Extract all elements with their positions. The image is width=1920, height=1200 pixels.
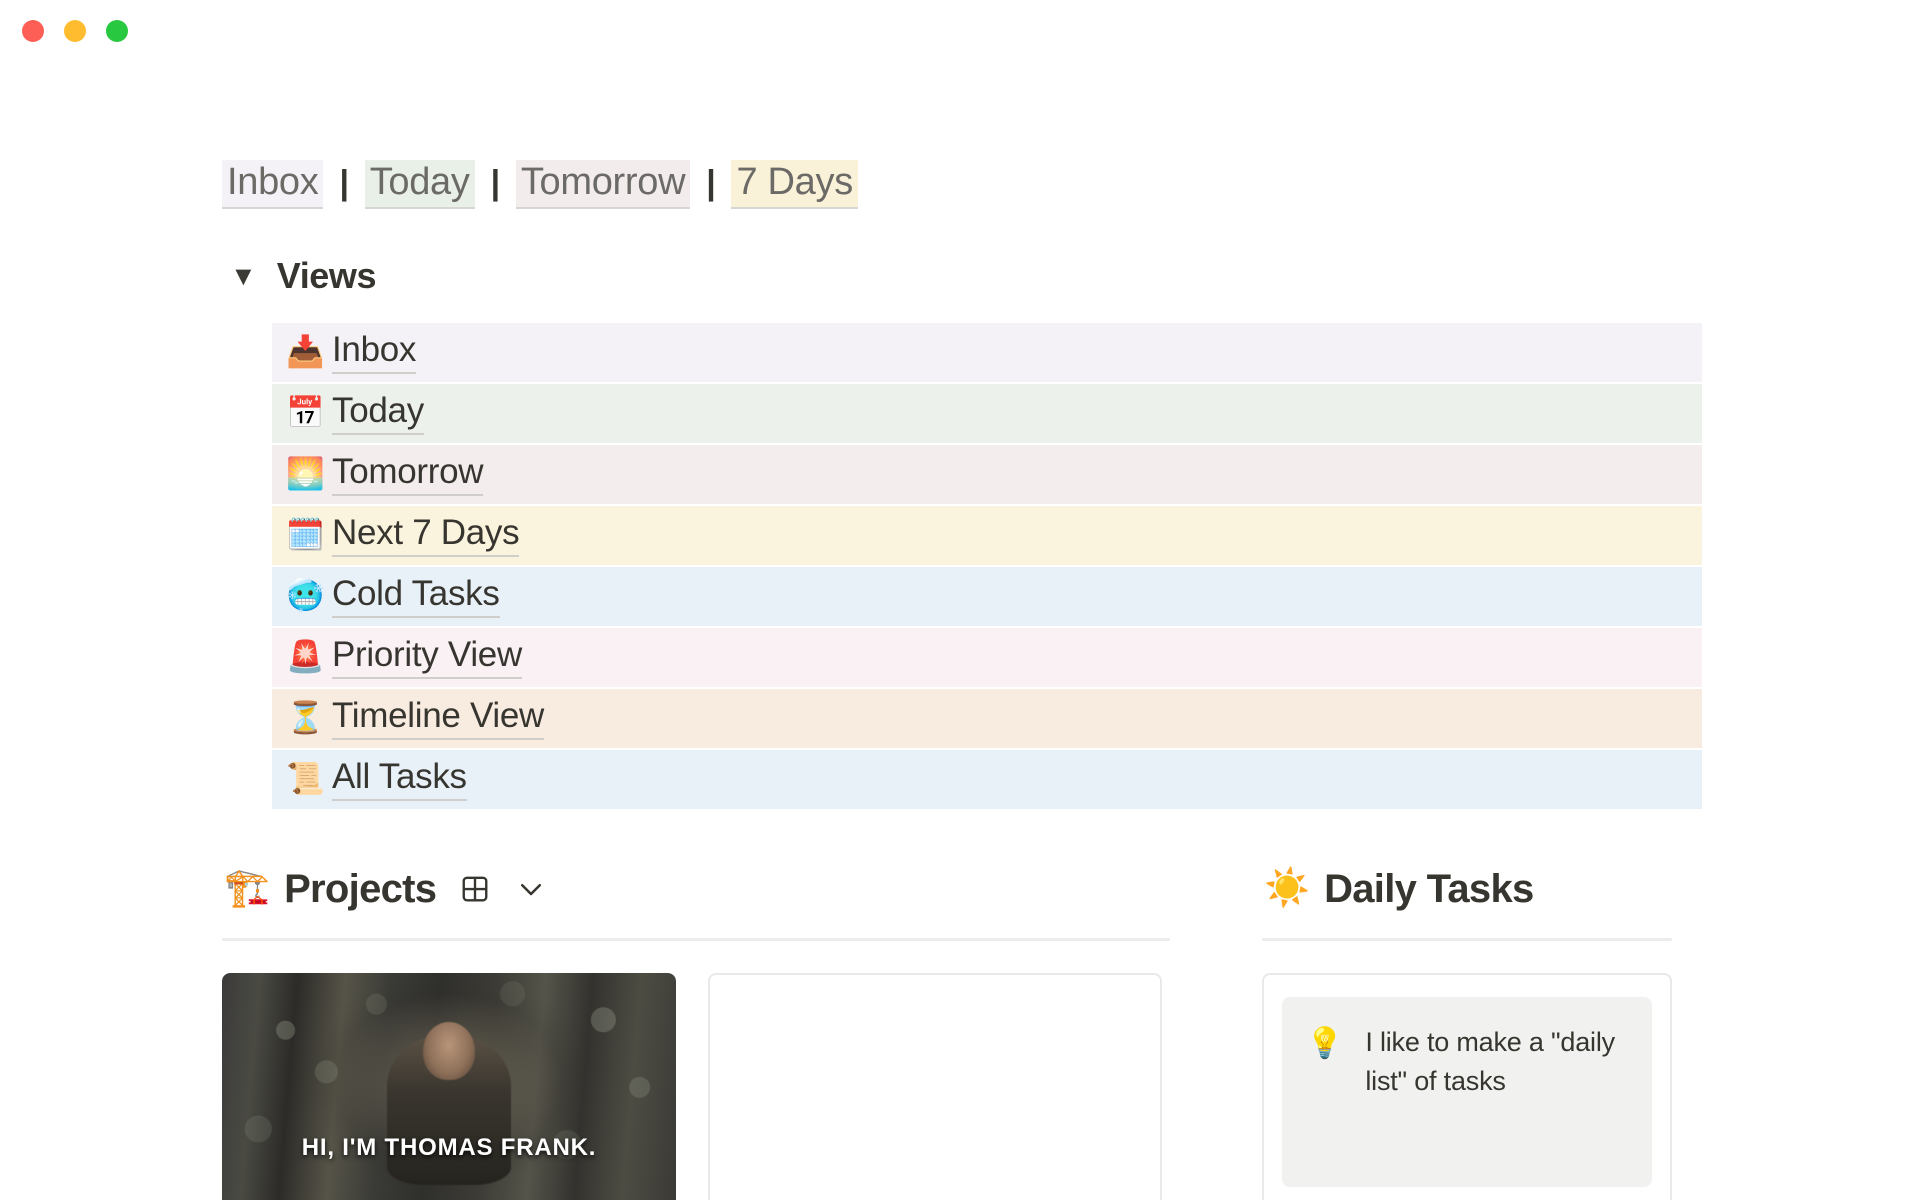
view-label[interactable]: Next 7 Days [332,513,520,558]
close-window-button[interactable] [22,20,44,42]
view-label[interactable]: Cold Tasks [332,574,500,619]
spiral-calendar-emoji: 🗓️ [286,516,325,552]
quick-link-inbox[interactable]: Inbox [222,160,324,209]
inbox-tray-emoji: 📥 [286,333,325,369]
sun-emoji: ☀️ [1264,866,1311,908]
projects-divider [222,937,1170,941]
quick-link-tomorrow[interactable]: Tomorrow [515,160,691,209]
daily-task-card[interactable]: 💡 I like to make a "daily list" of tasks [1262,972,1672,1200]
view-row-tomorrow[interactable]: 🌅 Tomorrow [272,444,1702,504]
view-label[interactable]: Timeline View [332,696,544,741]
chevron-down-icon[interactable] [514,872,548,906]
projects-card-grid: HI, I'M THOMAS FRANK. [222,972,1170,1200]
view-row-inbox[interactable]: 📥 Inbox [272,322,1702,382]
quick-link-separator: | [490,164,501,202]
views-section-header: ▼ Views [230,255,1860,297]
calendar-emoji: 📅 [286,394,325,430]
daily-tasks-header: ☀️ Daily Tasks [1262,867,1672,912]
view-row-next-7-days[interactable]: 🗓️ Next 7 Days [272,505,1702,565]
cold-face-emoji: 🥶 [286,577,325,613]
quick-link-separator: | [706,164,716,202]
page-content: Inbox | Today | Tomorrow | 7 Days ▼ View… [0,160,1920,1200]
project-cover-caption: HI, I'M THOMAS FRANK. [301,1133,597,1161]
database-columns: 🏗️ Projects HI, I'M THOMAS FRANK. ☀️ Dai… [222,867,1860,1200]
view-row-priority-view[interactable]: 🚨 Priority View [272,627,1702,687]
daily-tasks-column: ☀️ Daily Tasks 💡 I like to make a "daily… [1262,867,1672,1200]
sunrise-emoji: 🌅 [286,455,325,491]
quick-link-separator: | [339,164,349,202]
toggle-caret-icon[interactable]: ▼ [230,263,257,290]
quick-links-row: Inbox | Today | Tomorrow | 7 Days [222,160,1860,209]
callout-text: I like to make a "daily list" of tasks [1365,1026,1615,1096]
view-label[interactable]: Inbox [332,330,416,375]
light-bulb-emoji: 💡 [1306,1026,1344,1060]
gallery-view-icon[interactable] [458,872,492,906]
window-titlebar [0,0,1920,62]
cover-subject-head [423,1022,475,1081]
project-cover-image: HI, I'M THOMAS FRANK. [222,972,676,1200]
quick-link-today[interactable]: Today [364,160,475,209]
maximize-window-button[interactable] [106,20,128,42]
daily-tasks-title: Daily Tasks [1324,866,1534,911]
view-label[interactable]: Tomorrow [332,452,484,497]
view-row-all-tasks[interactable]: 📜 All Tasks [272,749,1702,809]
project-card[interactable] [708,972,1162,1200]
crane-emoji: 🏗️ [224,866,271,908]
daily-tasks-divider [1262,937,1672,941]
view-label[interactable]: All Tasks [332,757,467,802]
projects-header: 🏗️ Projects [222,867,1170,912]
minimize-window-button[interactable] [64,20,86,42]
hourglass-emoji: ⏳ [286,699,325,735]
view-row-cold-tasks[interactable]: 🥶 Cold Tasks [272,566,1702,626]
quick-link-7-days[interactable]: 7 Days [731,160,858,209]
callout-block: 💡 I like to make a "daily list" of tasks [1282,996,1652,1187]
view-row-timeline-view[interactable]: ⏳ Timeline View [272,688,1702,748]
view-row-today[interactable]: 📅 Today [272,383,1702,443]
projects-column: 🏗️ Projects HI, I'M THOMAS FRANK. [222,867,1170,1200]
scroll-emoji: 📜 [286,760,325,796]
projects-title: Projects [284,866,437,911]
views-heading: Views [276,254,377,296]
view-label[interactable]: Priority View [332,635,522,680]
window-controls [22,20,128,42]
view-label[interactable]: Today [332,391,424,436]
views-list: 📥 Inbox 📅 Today 🌅 Tomorrow 🗓️ Next 7 Day… [272,322,1702,809]
project-card[interactable]: HI, I'M THOMAS FRANK. [222,972,676,1200]
police-light-emoji: 🚨 [286,638,325,674]
